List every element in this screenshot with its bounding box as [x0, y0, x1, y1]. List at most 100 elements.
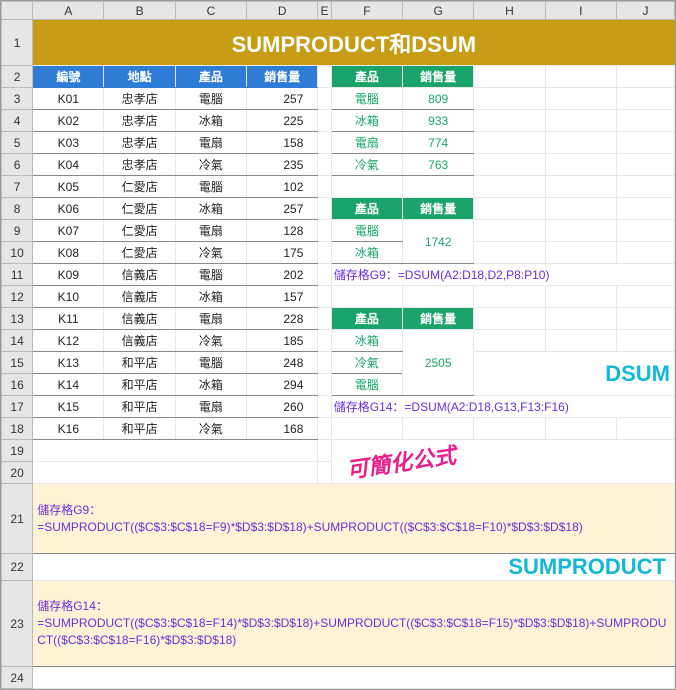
spreadsheet[interactable]: A B C D E F G H I J 1 SUMPRODUCT和DSUM 2 …	[0, 0, 676, 690]
sum3-hdr-prod[interactable]: 產品	[331, 308, 402, 330]
formula-box[interactable]: 儲存格G9： =SUMPRODUCT(($C$3:$C$18=F9)*$D$3:…	[33, 484, 675, 554]
table-cell[interactable]: 電扇	[175, 396, 246, 418]
table-cell[interactable]: 仁愛店	[104, 176, 175, 198]
table-cell[interactable]: 228	[247, 308, 318, 330]
row-3[interactable]: 3	[2, 88, 33, 110]
row-19[interactable]: 19	[2, 440, 33, 462]
sum-cell[interactable]: 冷氣	[331, 154, 402, 176]
table-cell[interactable]: 和平店	[104, 352, 175, 374]
table-cell[interactable]: K08	[33, 242, 104, 264]
row-4[interactable]: 4	[2, 110, 33, 132]
formula-text[interactable]: 儲存格G9：=DSUM(A2:D18,D2,P8:P10)	[331, 264, 674, 286]
row-15[interactable]: 15	[2, 352, 33, 374]
sum-cell[interactable]: 電腦	[331, 88, 402, 110]
col-E[interactable]: E	[318, 2, 331, 20]
sum2-hdr-sales[interactable]: 銷售量	[403, 198, 474, 220]
formula-box[interactable]: 儲存格G14： =SUMPRODUCT(($C$3:$C$18=F14)*$D$…	[33, 581, 675, 667]
sum-cell[interactable]: 冰箱	[331, 110, 402, 132]
col-J[interactable]: J	[616, 2, 674, 20]
hdr-loc[interactable]: 地點	[104, 66, 175, 88]
table-cell[interactable]: K02	[33, 110, 104, 132]
sum1-hdr-prod[interactable]: 產品	[331, 66, 402, 88]
formula-text[interactable]: 儲存格G14：=DSUM(A2:D18,G13,F13:F16)	[331, 396, 674, 418]
table-cell[interactable]: 仁愛店	[104, 198, 175, 220]
sum-cell[interactable]: 1742	[403, 220, 474, 264]
table-cell[interactable]: 202	[247, 264, 318, 286]
table-cell[interactable]: 忠孝店	[104, 132, 175, 154]
table-cell[interactable]: K06	[33, 198, 104, 220]
table-cell[interactable]: 仁愛店	[104, 242, 175, 264]
table-cell[interactable]: 冰箱	[175, 110, 246, 132]
table-cell[interactable]: 信義店	[104, 308, 175, 330]
row-21[interactable]: 21	[2, 484, 33, 554]
table-cell[interactable]: K16	[33, 418, 104, 440]
table-cell[interactable]: K01	[33, 88, 104, 110]
column-headers[interactable]: A B C D E F G H I J	[2, 2, 675, 20]
col-H[interactable]: H	[474, 2, 545, 20]
col-A[interactable]: A	[33, 2, 104, 20]
sum-cell[interactable]: 冰箱	[331, 330, 402, 352]
table-cell[interactable]: 257	[247, 198, 318, 220]
col-C[interactable]: C	[175, 2, 246, 20]
col-D[interactable]: D	[247, 2, 318, 20]
sum3-hdr-sales[interactable]: 銷售量	[403, 308, 474, 330]
table-cell[interactable]: 信義店	[104, 330, 175, 352]
table-cell[interactable]: 185	[247, 330, 318, 352]
row-13[interactable]: 13	[2, 308, 33, 330]
table-cell[interactable]: K07	[33, 220, 104, 242]
table-cell[interactable]: 電腦	[175, 176, 246, 198]
row-12[interactable]: 12	[2, 286, 33, 308]
table-cell[interactable]: 電腦	[175, 88, 246, 110]
table-cell[interactable]: 冷氣	[175, 330, 246, 352]
table-cell[interactable]: 和平店	[104, 374, 175, 396]
table-cell[interactable]: 235	[247, 154, 318, 176]
table-cell[interactable]: 和平店	[104, 396, 175, 418]
table-cell[interactable]: K03	[33, 132, 104, 154]
row-7[interactable]: 7	[2, 176, 33, 198]
table-cell[interactable]: 248	[247, 352, 318, 374]
title-cell[interactable]: SUMPRODUCT和DSUM	[33, 20, 675, 66]
row-17[interactable]: 17	[2, 396, 33, 418]
table-cell[interactable]: 冰箱	[175, 198, 246, 220]
row-14[interactable]: 14	[2, 330, 33, 352]
table-cell[interactable]: K15	[33, 396, 104, 418]
row-5[interactable]: 5	[2, 132, 33, 154]
table-cell[interactable]: K09	[33, 264, 104, 286]
table-cell[interactable]: 128	[247, 220, 318, 242]
row-10[interactable]: 10	[2, 242, 33, 264]
table-cell[interactable]: 158	[247, 132, 318, 154]
table-cell[interactable]: 冷氣	[175, 418, 246, 440]
table-cell[interactable]: 冷氣	[175, 242, 246, 264]
col-I[interactable]: I	[545, 2, 616, 20]
sum2-hdr-prod[interactable]: 產品	[331, 198, 402, 220]
row-6[interactable]: 6	[2, 154, 33, 176]
row-11[interactable]: 11	[2, 264, 33, 286]
table-cell[interactable]: 冷氣	[175, 154, 246, 176]
table-cell[interactable]: K13	[33, 352, 104, 374]
sum-cell[interactable]: 冷氣	[331, 352, 402, 374]
sum-cell[interactable]: 電腦	[331, 220, 402, 242]
table-cell[interactable]: K14	[33, 374, 104, 396]
table-cell[interactable]: 257	[247, 88, 318, 110]
table-cell[interactable]: 和平店	[104, 418, 175, 440]
table-cell[interactable]: 168	[247, 418, 318, 440]
sum-cell[interactable]: 2505	[403, 330, 474, 396]
row-16[interactable]: 16	[2, 374, 33, 396]
table-cell[interactable]: 260	[247, 396, 318, 418]
sum-cell[interactable]: 774	[403, 132, 474, 154]
table-cell[interactable]: 電腦	[175, 352, 246, 374]
sum1-hdr-sales[interactable]: 銷售量	[403, 66, 474, 88]
table-cell[interactable]: 157	[247, 286, 318, 308]
table-cell[interactable]: 冰箱	[175, 286, 246, 308]
table-cell[interactable]: K10	[33, 286, 104, 308]
table-cell[interactable]: 電扇	[175, 132, 246, 154]
table-cell[interactable]: 電扇	[175, 220, 246, 242]
col-G[interactable]: G	[403, 2, 474, 20]
row-20[interactable]: 20	[2, 462, 33, 484]
hdr-id[interactable]: 編號	[33, 66, 104, 88]
table-cell[interactable]: K12	[33, 330, 104, 352]
table-cell[interactable]: 電扇	[175, 308, 246, 330]
row-23[interactable]: 23	[2, 581, 33, 667]
table-cell[interactable]: 仁愛店	[104, 220, 175, 242]
sum-cell[interactable]: 809	[403, 88, 474, 110]
